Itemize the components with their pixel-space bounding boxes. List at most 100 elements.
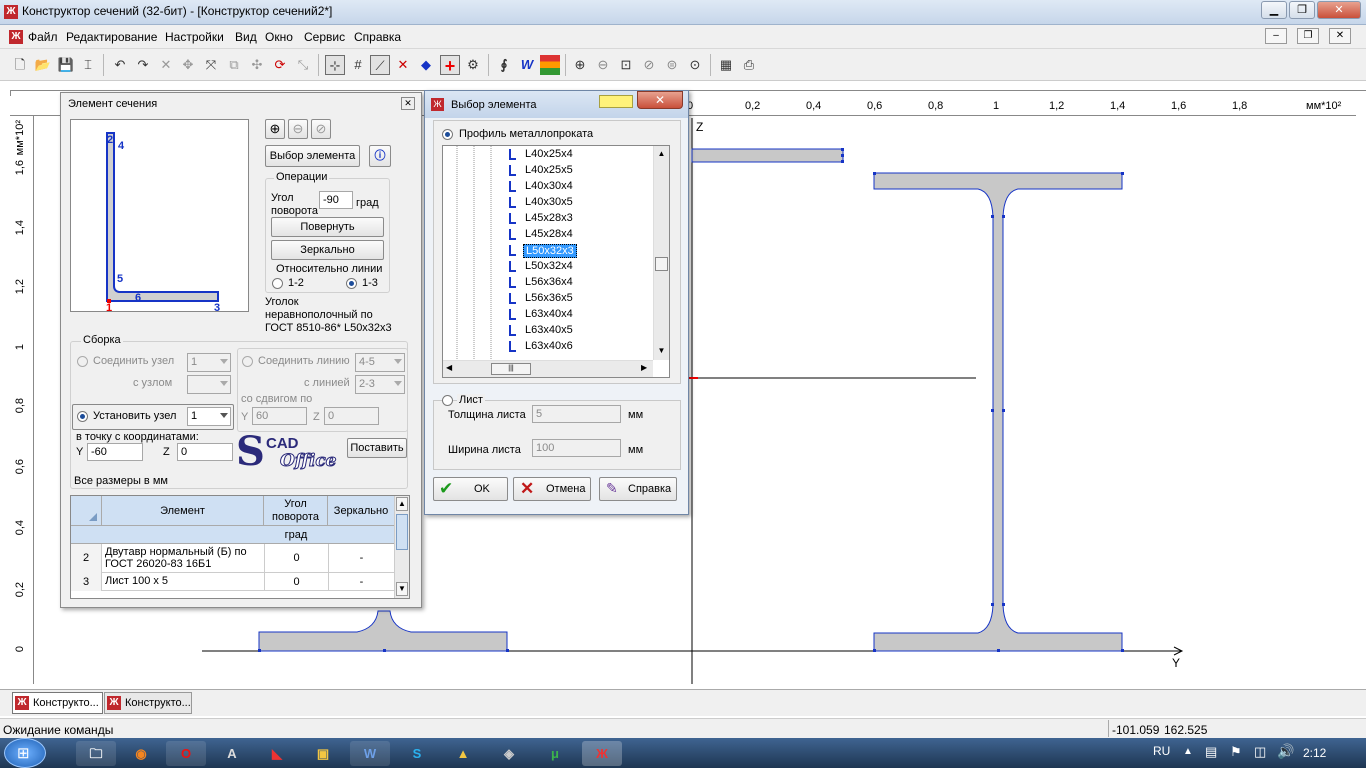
with-node-select[interactable]	[187, 375, 231, 394]
row-number: 3	[71, 573, 102, 591]
tree-item[interactable]: L40x25x5	[443, 163, 654, 179]
shift-y-input[interactable]: 60	[252, 407, 307, 425]
tree-item[interactable]: L63x40x6	[443, 339, 654, 355]
tray-volume-icon[interactable]: 🔊	[1277, 743, 1294, 760]
radio-set-node[interactable]	[77, 411, 88, 422]
preview-zoom-fit-icon[interactable]: ⊘	[311, 119, 331, 139]
angle-input[interactable]: -90	[319, 191, 353, 209]
tree-item[interactable]: L50x32x3	[443, 243, 654, 259]
radio-line-12[interactable]	[272, 278, 283, 289]
mirror-button[interactable]: Зеркально	[271, 240, 384, 260]
lira-icon[interactable]: ▣	[303, 741, 343, 766]
join-line-select[interactable]: 4-5	[355, 353, 405, 372]
radio-sheet[interactable]	[442, 395, 453, 406]
explorer-icon[interactable]: 🗀	[76, 741, 116, 766]
tree-item[interactable]: L45x28x4	[443, 227, 654, 243]
unit-row-angle: град	[284, 529, 308, 541]
tree-item[interactable]: L40x25x4	[443, 147, 654, 163]
tree-hscrollbar[interactable]: ◀ ||| ▶	[443, 360, 653, 377]
sizes-note: Все размеры в мм	[74, 475, 168, 487]
tree-item-label: L63x40x5	[525, 324, 573, 336]
thickness-unit: мм	[628, 409, 644, 421]
tree-item[interactable]: L45x28x3	[443, 211, 654, 227]
tray-device-icon[interactable]: ▤	[1205, 744, 1217, 760]
preview-node-label: 5	[117, 273, 124, 285]
column-header-element[interactable]: Элемент	[102, 496, 264, 526]
tree-item[interactable]: L56x36x4	[443, 275, 654, 291]
tree-item[interactable]: L40x30x5	[443, 195, 654, 211]
language-indicator[interactable]: RU	[1153, 744, 1170, 758]
scad-icon[interactable]: ◣	[257, 741, 297, 766]
start-button[interactable]: ⊞	[4, 738, 46, 768]
tray-arrow-icon[interactable]: ▲	[1183, 746, 1193, 757]
firefox-icon[interactable]: ◉	[121, 741, 161, 766]
shift-z-input[interactable]: 0	[324, 407, 379, 425]
tree-item[interactable]: L56x36x5	[443, 291, 654, 307]
angle-profile-icon	[509, 181, 516, 192]
tree-item-label: L40x25x4	[525, 148, 573, 160]
app-icon-gray[interactable]: ◈	[489, 741, 529, 766]
plate-shape	[691, 148, 844, 163]
column-header-mirror[interactable]: Зеркально	[328, 496, 394, 526]
help-button[interactable]: ✎ Справка	[599, 477, 677, 501]
column-header-angle[interactable]: Угол поворота	[264, 496, 328, 526]
preview-node-label: 2	[107, 134, 114, 146]
join-node-select[interactable]: 1	[187, 353, 231, 372]
opera-icon[interactable]: O	[166, 741, 206, 766]
preview-zoom-in-icon[interactable]: ⊕	[265, 119, 285, 139]
radio-profile[interactable]	[442, 129, 453, 140]
utorrent-icon[interactable]: μ	[535, 741, 575, 766]
tree-item-label: L40x25x5	[525, 164, 573, 176]
tab-doc-icon: Ж	[15, 696, 29, 710]
tree-vscrollbar[interactable]: ▲ ▼	[653, 146, 669, 360]
section-builder-task-icon[interactable]: Ж	[582, 741, 622, 766]
set-node-select[interactable]: 1	[187, 407, 231, 426]
tree-item-label: L50x32x4	[525, 260, 573, 272]
skype-icon[interactable]: S	[397, 741, 437, 766]
radio-join-line[interactable]	[242, 356, 253, 367]
info-icon[interactable]: ⓘ	[369, 145, 391, 167]
ok-button[interactable]: ✔ OK	[433, 477, 508, 501]
radio-line-13[interactable]	[346, 278, 357, 289]
tab-doc-icon: Ж	[107, 696, 121, 710]
tray-network-icon[interactable]: ◫	[1254, 744, 1266, 760]
tree-item-label: L40x30x5	[525, 196, 573, 208]
angle-profile-icon	[509, 261, 516, 272]
with-line-select[interactable]: 2-3	[355, 375, 405, 394]
table-scrollbar[interactable]: ▲ ▼	[394, 496, 409, 598]
width-input[interactable]: 100	[532, 439, 621, 457]
app-icon-yellow[interactable]: ▲	[443, 741, 483, 766]
place-button[interactable]: Поставить	[347, 438, 407, 458]
tray-flag-icon[interactable]: ⚑	[1230, 744, 1242, 760]
coord-z-input[interactable]: 0	[177, 443, 233, 461]
angle-profile-icon	[509, 197, 516, 208]
cancel-button[interactable]: ✕ Отмена	[513, 477, 591, 501]
preview-zoom-out-icon[interactable]: ⊖	[288, 119, 308, 139]
radio-join-node[interactable]	[77, 356, 88, 367]
tab-document-2[interactable]: Ж Конструкто...	[104, 692, 192, 714]
angle-profile-icon	[509, 341, 516, 352]
coord-y-input[interactable]: -60	[87, 443, 143, 461]
thickness-input[interactable]: 5	[532, 405, 621, 423]
tree-item-label: L50x32x3	[523, 244, 577, 258]
angle-profile-icon	[509, 165, 516, 176]
document-tabs	[0, 689, 1366, 716]
row-angle: 0	[264, 573, 328, 591]
clock[interactable]: 2:12	[1303, 746, 1326, 760]
tree-item[interactable]: L40x30x4	[443, 179, 654, 195]
table-corner[interactable]	[71, 496, 102, 526]
dialog-close-button[interactable]: ✕	[637, 91, 683, 109]
word-icon[interactable]: W	[350, 741, 390, 766]
element-panel-close-icon[interactable]: ✕	[401, 97, 415, 110]
preview-node-label: 6	[135, 292, 142, 304]
rotate-button[interactable]: Повернуть	[271, 217, 384, 237]
tab-document-1[interactable]: Ж Конструкто...	[12, 692, 103, 714]
cancel-x-icon: ✕	[520, 479, 535, 498]
autocad-icon[interactable]: A	[212, 741, 252, 766]
tree-item[interactable]: L63x40x4	[443, 307, 654, 323]
tree-item[interactable]: L50x32x4	[443, 259, 654, 275]
status-text: Ожидание команды	[3, 723, 114, 737]
tree-item[interactable]: L63x40x5	[443, 323, 654, 339]
select-element-button[interactable]: Выбор элемента	[265, 145, 360, 167]
profile-tree-list[interactable]: L40x25x4 L40x25x5 L40x30x4 L40x30x5 L45x28x3…	[443, 146, 654, 360]
